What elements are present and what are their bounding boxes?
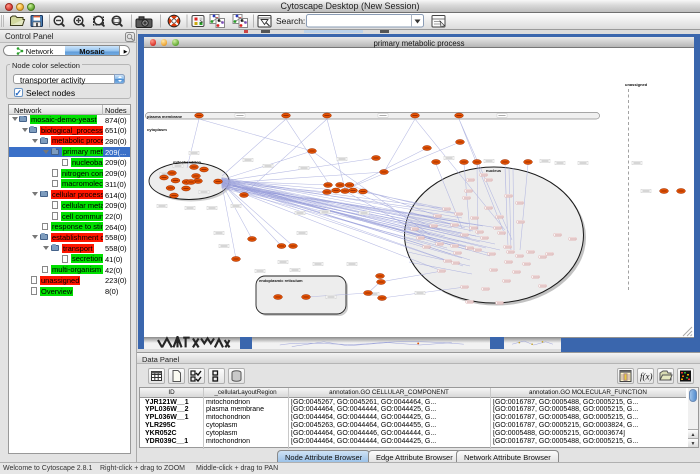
svg-text:f(x): f(x) — [640, 372, 653, 382]
svg-text:endoplasmic reticulum: endoplasmic reticulum — [259, 278, 303, 283]
svg-text:unassigned: unassigned — [625, 82, 648, 87]
svg-text:cytoplasm: cytoplasm — [147, 127, 167, 132]
svg-text:plasma membrane: plasma membrane — [147, 114, 183, 119]
svg-text:Search:: Search: — [276, 16, 305, 26]
svg-text:mitochondrion: mitochondrion — [173, 160, 202, 165]
svg-text:nucleus: nucleus — [486, 168, 502, 173]
